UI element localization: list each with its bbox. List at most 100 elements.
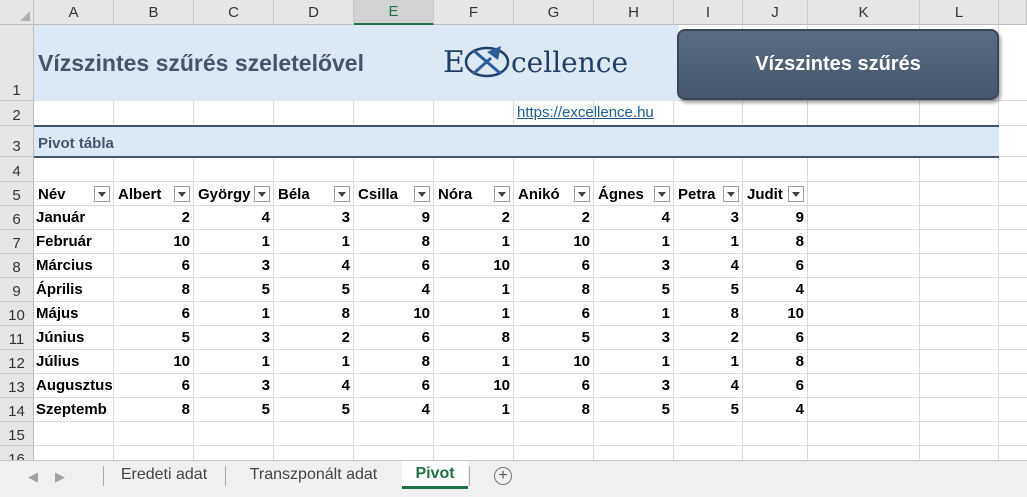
pivot-value-cell[interactable]: 8 <box>130 398 190 422</box>
row-header-10[interactable]: 10 <box>0 302 34 326</box>
row-header-14[interactable]: 14 <box>0 398 34 422</box>
tab-scroll-left-icon[interactable]: ◀ <box>28 469 38 485</box>
pivot-value-cell[interactable]: 1 <box>290 350 350 374</box>
pivot-value-cell[interactable]: 8 <box>370 350 430 374</box>
row-header-8[interactable]: 8 <box>0 254 34 278</box>
pivot-value-cell[interactable]: 6 <box>370 254 430 278</box>
pivot-value-cell[interactable]: 3 <box>610 254 670 278</box>
pivot-value-cell[interactable]: 3 <box>290 206 350 230</box>
pivot-value-cell[interactable]: 5 <box>610 398 670 422</box>
column-header-d[interactable]: D <box>274 0 354 25</box>
pivot-value-cell[interactable]: 8 <box>290 302 350 326</box>
pivot-value-cell[interactable]: 1 <box>210 302 270 326</box>
column-header-i[interactable]: I <box>674 0 743 25</box>
pivot-value-cell[interactable]: 4 <box>610 206 670 230</box>
pivot-value-cell[interactable]: 3 <box>210 254 270 278</box>
pivot-value-cell[interactable]: 3 <box>210 326 270 350</box>
filter-dropdown-icon[interactable] <box>334 186 350 202</box>
pivot-value-cell[interactable]: 10 <box>530 230 590 254</box>
row-header-15[interactable]: 15 <box>0 422 34 446</box>
pivot-row-label[interactable]: Június <box>36 326 114 350</box>
pivot-value-cell[interactable]: 3 <box>210 374 270 398</box>
column-header-c[interactable]: C <box>194 0 274 25</box>
pivot-row-label[interactable]: Július <box>36 350 114 374</box>
pivot-value-cell[interactable]: 1 <box>610 350 670 374</box>
pivot-value-cell[interactable]: 1 <box>450 302 510 326</box>
add-sheet-icon[interactable]: + <box>494 467 512 485</box>
pivot-value-cell[interactable]: 5 <box>290 398 350 422</box>
pivot-value-cell[interactable]: 8 <box>744 350 804 374</box>
row-header-4[interactable]: 4 <box>0 157 34 182</box>
row-header-2[interactable]: 2 <box>0 101 34 126</box>
pivot-value-cell[interactable]: 4 <box>290 254 350 278</box>
pivot-value-cell[interactable]: 6 <box>370 326 430 350</box>
pivot-row-label[interactable]: Május <box>36 302 114 326</box>
pivot-value-cell[interactable]: 1 <box>210 230 270 254</box>
pivot-value-cell[interactable]: 10 <box>530 350 590 374</box>
row-header-3[interactable]: 3 <box>0 126 34 157</box>
row-header-9[interactable]: 9 <box>0 278 34 302</box>
pivot-value-cell[interactable]: 1 <box>450 230 510 254</box>
pivot-value-cell[interactable]: 2 <box>679 326 739 350</box>
column-header-a[interactable]: A <box>34 0 114 25</box>
pivot-value-cell[interactable]: 4 <box>679 254 739 278</box>
spreadsheet-grid[interactable]: ABCDEFGHIJKL 1 2 3 4 5 6 7 8 9 10 11 12 13 14 15 16 Víz… <box>0 0 1027 460</box>
pivot-value-cell[interactable]: 8 <box>370 230 430 254</box>
filter-dropdown-icon[interactable] <box>574 186 590 202</box>
pivot-row-label[interactable]: Március <box>36 254 114 278</box>
filter-dropdown-icon[interactable] <box>174 186 190 202</box>
row-header-11[interactable]: 11 <box>0 326 34 350</box>
pivot-row-label[interactable]: Augusztus <box>36 374 114 398</box>
filter-dropdown-icon[interactable] <box>414 186 430 202</box>
pivot-value-cell[interactable]: 8 <box>744 230 804 254</box>
pivot-value-cell[interactable]: 1 <box>679 230 739 254</box>
pivot-value-cell[interactable]: 6 <box>130 254 190 278</box>
filter-dropdown-icon[interactable] <box>494 186 510 202</box>
pivot-value-cell[interactable]: 3 <box>679 206 739 230</box>
pivot-row-label[interactable]: Április <box>36 278 114 302</box>
pivot-value-cell[interactable]: 10 <box>450 374 510 398</box>
pivot-value-cell[interactable]: 8 <box>130 278 190 302</box>
pivot-value-cell[interactable]: 1 <box>610 302 670 326</box>
column-header-l[interactable]: L <box>920 0 999 25</box>
pivot-value-cell[interactable]: 10 <box>130 350 190 374</box>
filter-dropdown-icon[interactable] <box>723 186 739 202</box>
filter-dropdown-icon[interactable] <box>654 186 670 202</box>
pivot-value-cell[interactable]: 5 <box>210 278 270 302</box>
tab-eredeti-adat[interactable]: Eredeti adat <box>104 461 224 489</box>
horizontal-filter-button[interactable]: Vízszintes szűrés <box>677 29 999 100</box>
pivot-value-cell[interactable]: 6 <box>744 254 804 278</box>
row-header-13[interactable]: 13 <box>0 374 34 398</box>
column-header-b[interactable]: B <box>114 0 194 25</box>
row-header-6[interactable]: 6 <box>0 206 34 230</box>
pivot-value-cell[interactable]: 2 <box>530 206 590 230</box>
pivot-value-cell[interactable]: 5 <box>210 398 270 422</box>
column-header-f[interactable]: F <box>434 0 514 25</box>
pivot-value-cell[interactable]: 5 <box>679 398 739 422</box>
pivot-row-label[interactable]: Szeptemb <box>36 398 114 422</box>
row-header-12[interactable]: 12 <box>0 350 34 374</box>
pivot-value-cell[interactable]: 2 <box>290 326 350 350</box>
pivot-value-cell[interactable]: 1 <box>450 350 510 374</box>
pivot-value-cell[interactable]: 6 <box>130 374 190 398</box>
pivot-value-cell[interactable]: 5 <box>530 326 590 350</box>
pivot-value-cell[interactable]: 4 <box>210 206 270 230</box>
pivot-value-cell[interactable]: 8 <box>530 398 590 422</box>
pivot-value-cell[interactable]: 6 <box>530 302 590 326</box>
pivot-value-cell[interactable]: 8 <box>450 326 510 350</box>
column-header-e[interactable]: E <box>354 0 434 25</box>
pivot-value-cell[interactable]: 10 <box>370 302 430 326</box>
filter-dropdown-icon[interactable] <box>788 186 804 202</box>
pivot-value-cell[interactable]: 9 <box>744 206 804 230</box>
pivot-value-cell[interactable]: 8 <box>679 302 739 326</box>
tab-scroll-right-icon[interactable]: ▶ <box>55 469 65 485</box>
pivot-value-cell[interactable]: 6 <box>530 374 590 398</box>
pivot-value-cell[interactable]: 1 <box>290 230 350 254</box>
pivot-row-label[interactable]: Február <box>36 230 114 254</box>
tab-pivot[interactable]: Pivot <box>402 461 468 489</box>
pivot-value-cell[interactable]: 1 <box>679 350 739 374</box>
filter-dropdown-icon[interactable] <box>254 186 270 202</box>
column-header-g[interactable]: G <box>514 0 594 25</box>
pivot-value-cell[interactable]: 5 <box>130 326 190 350</box>
pivot-value-cell[interactable]: 3 <box>610 374 670 398</box>
